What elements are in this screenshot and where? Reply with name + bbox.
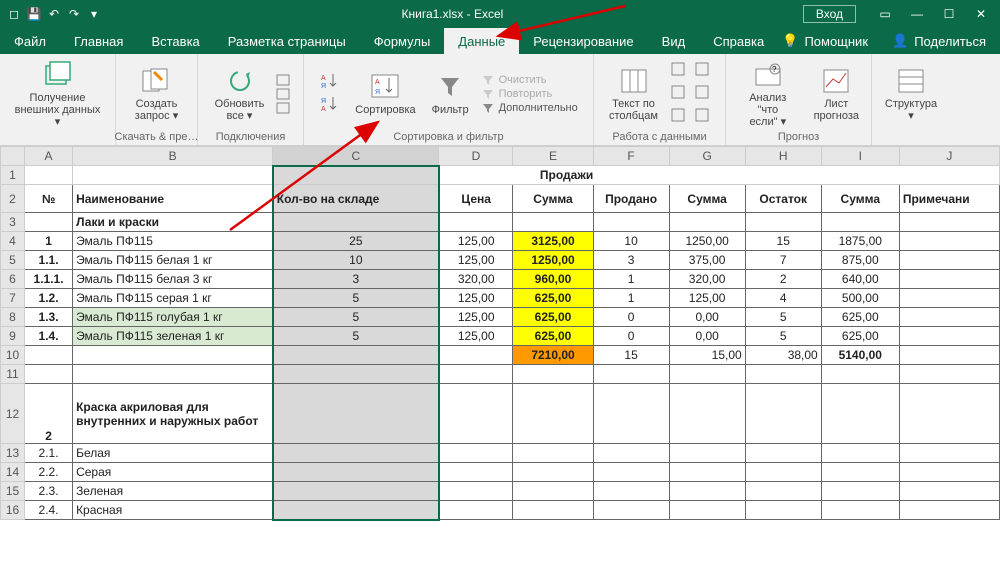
signin-button[interactable]: Вход — [803, 5, 856, 23]
qat-more-icon[interactable]: ▾ — [86, 6, 102, 22]
row-11[interactable]: 11 — [1, 365, 25, 384]
col-A[interactable]: A — [25, 147, 73, 166]
reapply-filter: Повторить — [481, 88, 578, 100]
tab-file[interactable]: Файл — [0, 28, 60, 54]
relationships-icon[interactable] — [694, 84, 714, 103]
col-C[interactable]: C — [273, 147, 439, 166]
svg-text:А: А — [321, 106, 326, 113]
tab-formulas[interactable]: Формулы — [360, 28, 445, 54]
col-G[interactable]: G — [669, 147, 745, 166]
svg-text:А: А — [321, 75, 326, 82]
lightbulb-icon: 💡 — [782, 33, 798, 49]
forecast-sheet-button[interactable]: Лист прогноза — [810, 66, 863, 122]
ribbon: Получение внешних данных ▾ Создать запро… — [0, 54, 1000, 146]
col-B[interactable]: B — [73, 147, 273, 166]
select-all[interactable] — [1, 147, 25, 166]
undo-icon[interactable]: ↶ — [46, 6, 62, 22]
title-bar: ◻ 💾 ↶ ↷ ▾ Книга1.xlsx - Excel Вход ▭ — ☐… — [0, 0, 1000, 28]
window-title: Книга1.xlsx - Excel — [102, 7, 803, 21]
col-J[interactable]: J — [899, 147, 999, 166]
row-6[interactable]: 6 — [1, 270, 25, 289]
svg-text:Я: Я — [375, 89, 380, 96]
row-15[interactable]: 15 — [1, 482, 25, 501]
svg-text:А: А — [375, 79, 380, 86]
row-4[interactable]: 4 — [1, 232, 25, 251]
sort-icon: АЯ — [369, 72, 401, 102]
group-label-forecast: Прогноз — [778, 129, 819, 143]
save-icon[interactable]: 💾 — [26, 6, 42, 22]
group-label-datatools: Работа с данными — [612, 129, 706, 143]
refresh-all-button[interactable]: Обновить все ▾ — [211, 66, 269, 122]
tab-help[interactable]: Справка — [699, 28, 778, 54]
group-label-sortfilter: Сортировка и фильтр — [393, 129, 503, 143]
outline-icon — [895, 66, 927, 96]
clear-filter: Очистить — [481, 74, 578, 86]
remove-dup-icon[interactable] — [670, 84, 690, 103]
tab-view[interactable]: Вид — [648, 28, 700, 54]
group-label-connections: Подключения — [216, 129, 286, 143]
tab-pagelayout[interactable]: Разметка страницы — [214, 28, 360, 54]
row-13[interactable]: 13 — [1, 444, 25, 463]
funnel-icon — [434, 72, 466, 102]
text-to-columns-button[interactable]: Текст по столбцам — [605, 66, 662, 122]
consolidate-icon[interactable] — [694, 61, 714, 80]
row-9[interactable]: 9 — [1, 327, 25, 346]
sort-button[interactable]: АЯ Сортировка — [351, 72, 419, 116]
database-icon — [42, 60, 74, 90]
row-8[interactable]: 8 — [1, 308, 25, 327]
whatif-button[interactable]: ? Анализ "что если" ▾ — [734, 60, 802, 128]
sheet-title: Продажи — [439, 166, 1000, 185]
share-button[interactable]: Поделиться — [914, 34, 986, 49]
row-7[interactable]: 7 — [1, 289, 25, 308]
row-3[interactable]: 3 — [1, 213, 25, 232]
col-H[interactable]: H — [745, 147, 821, 166]
redo-icon[interactable]: ↷ — [66, 6, 82, 22]
maximize-icon[interactable]: ☐ — [934, 3, 964, 25]
text-columns-icon — [618, 66, 650, 96]
minimize-icon[interactable]: — — [902, 3, 932, 25]
share-icon: 👤 — [892, 33, 908, 49]
col-E[interactable]: E — [513, 147, 593, 166]
datamodel-icon[interactable] — [694, 107, 714, 126]
autosave-icon[interactable]: ◻ — [6, 6, 22, 22]
forecast-icon — [820, 66, 852, 96]
spreadsheet[interactable]: A B C D E F G H I J 1Продажи 2 № Наимено… — [0, 146, 1000, 521]
col-D[interactable]: D — [439, 147, 513, 166]
col-I[interactable]: I — [821, 147, 899, 166]
svg-text:Я: Я — [321, 83, 326, 90]
row-12[interactable]: 12 — [1, 384, 25, 444]
query-icon — [141, 66, 173, 96]
tell-me[interactable]: Помощник — [804, 34, 868, 49]
new-query-button[interactable]: Создать запрос ▾ — [131, 66, 182, 122]
row-16[interactable]: 16 — [1, 501, 25, 520]
row-2[interactable]: 2 — [1, 185, 25, 213]
ribbon-options-icon[interactable]: ▭ — [870, 3, 900, 25]
row-10[interactable]: 10 — [1, 346, 25, 365]
row-5[interactable]: 5 — [1, 251, 25, 270]
sort-asc-icon[interactable]: АЯ — [319, 72, 339, 93]
tab-insert[interactable]: Вставка — [137, 28, 213, 54]
group-label-getdata: Скачать & пре… — [115, 129, 199, 143]
svg-text:Я: Я — [321, 98, 326, 105]
row-14[interactable]: 14 — [1, 463, 25, 482]
tab-home[interactable]: Главная — [60, 28, 137, 54]
tab-review[interactable]: Рецензирование — [519, 28, 647, 54]
refresh-icon — [224, 66, 256, 96]
outline-button[interactable]: Структура ▾ — [881, 66, 941, 122]
flash-fill-icon[interactable] — [670, 61, 690, 80]
col-F[interactable]: F — [593, 147, 669, 166]
filter-button[interactable]: Фильтр — [428, 72, 473, 116]
tab-data[interactable]: Данные — [444, 28, 519, 54]
get-external-data-button[interactable]: Получение внешних данных ▾ — [8, 60, 107, 128]
sort-desc-icon[interactable]: ЯА — [319, 95, 339, 116]
close-icon[interactable]: ✕ — [966, 3, 996, 25]
whatif-icon: ? — [752, 60, 784, 90]
advanced-filter[interactable]: Дополнительно — [481, 102, 578, 114]
validation-icon[interactable] — [670, 107, 690, 126]
svg-text:?: ? — [772, 65, 777, 74]
row-1[interactable]: 1 — [1, 166, 25, 185]
ribbon-tabs: Файл Главная Вставка Разметка страницы Ф… — [0, 28, 1000, 54]
